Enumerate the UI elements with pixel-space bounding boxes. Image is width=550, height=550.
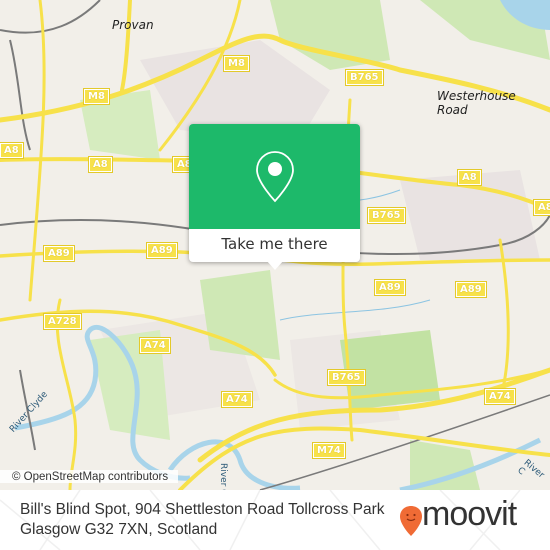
take-me-there-button[interactable]: Take me there — [189, 229, 360, 262]
road-shield-b765: B765 — [327, 369, 366, 386]
road-shield-a8: A8 — [88, 156, 113, 173]
road-shield-a89: A89 — [455, 281, 487, 298]
road-shield-m8: M8 — [223, 55, 250, 72]
address-line-1: Bill's Blind Spot, 904 Shettleston Road … — [20, 501, 385, 518]
moovit-pin-icon — [400, 506, 422, 536]
map[interactable]: Provan Westerhouse Road M8 M8 B765 A8 A8… — [0, 0, 550, 490]
road-shield-a74: A74 — [484, 388, 516, 405]
road-shield-a74: A74 — [221, 391, 253, 408]
river-label: River C — [218, 463, 228, 490]
road-shield-a74: A74 — [139, 337, 171, 354]
road-shield-a8: A8 — [533, 199, 550, 216]
location-popup[interactable]: Take me there — [189, 124, 360, 270]
map-attribution[interactable]: © OpenStreetMap contributors — [0, 470, 179, 483]
popup-pointer — [266, 260, 284, 270]
address: Bill's Blind Spot, 904 Shettleston Road … — [20, 500, 385, 540]
place-label-westerhouse-road: Westerhouse Road — [437, 89, 516, 117]
road-shield-a728: A728 — [43, 313, 82, 330]
road-shield-m74: M74 — [312, 442, 346, 459]
road-shield-b765: B765 — [345, 69, 384, 86]
popup-header — [189, 124, 360, 229]
road-shield-a8: A8 — [457, 169, 482, 186]
road-shield-m8: M8 — [83, 88, 110, 105]
road-shield-a8: A8 — [0, 142, 24, 159]
road-shield-a89: A89 — [374, 279, 406, 296]
address-line-2: Glasgow G32 7XN, Scotland — [20, 521, 218, 538]
road-shield-a89: A89 — [146, 242, 178, 259]
map-pin-icon — [256, 151, 294, 203]
place-label-provan: Provan — [112, 18, 154, 32]
moovit-logo[interactable]: moovit — [422, 495, 517, 534]
road-shield-a89: A89 — [43, 245, 75, 262]
road-shield-b765: B765 — [367, 207, 406, 224]
